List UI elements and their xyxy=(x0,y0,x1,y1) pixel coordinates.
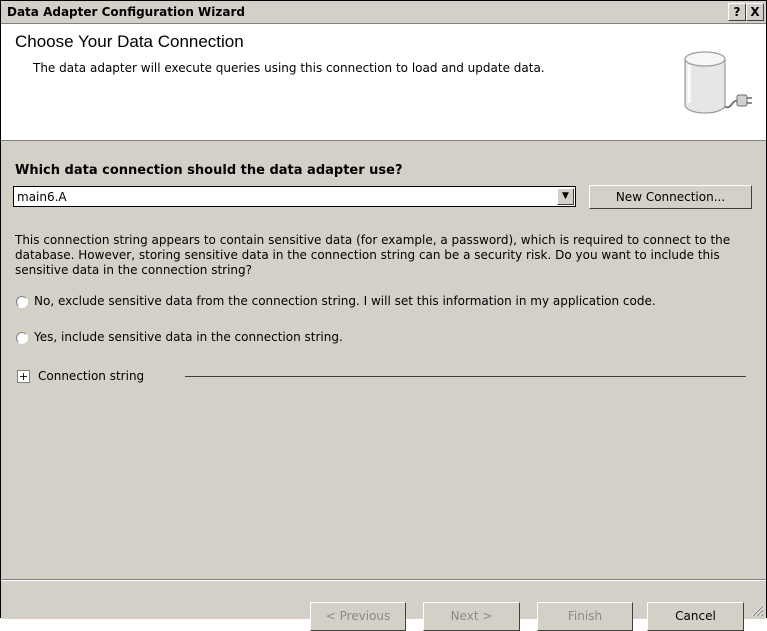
finish-button[interactable]: Finish xyxy=(537,602,633,631)
resize-grip-icon[interactable] xyxy=(750,603,764,617)
title-bar[interactable]: Data Adapter Configuration Wizard ? X xyxy=(1,1,766,24)
connection-string-label[interactable]: Connection string xyxy=(38,369,155,383)
include-sensitive-radio[interactable] xyxy=(16,332,28,344)
previous-button[interactable]: < Previous xyxy=(310,602,406,631)
page-title: Choose Your Data Connection xyxy=(15,32,244,51)
include-sensitive-label[interactable]: Yes, include sensitive data in the conne… xyxy=(34,330,343,344)
connection-dropdown-value: main6.A xyxy=(17,190,67,204)
cancel-button[interactable]: Cancel xyxy=(647,602,744,631)
exclude-sensitive-radio[interactable] xyxy=(16,296,28,308)
window-title: Data Adapter Configuration Wizard xyxy=(7,5,245,19)
footer-divider xyxy=(1,579,766,581)
database-plug-icon xyxy=(684,51,752,114)
help-button[interactable]: ? xyxy=(728,3,746,21)
new-connection-button[interactable]: New Connection... xyxy=(589,185,752,209)
chevron-down-icon[interactable]: ▼ xyxy=(557,188,574,205)
connection-string-divider xyxy=(185,376,746,377)
connection-question-label: Which data connection should the data ad… xyxy=(15,163,403,178)
next-button[interactable]: Next > xyxy=(423,602,520,631)
wizard-body: Which data connection should the data ad… xyxy=(1,140,766,631)
sensitive-data-message: This connection string appears to contai… xyxy=(15,233,731,277)
page-subtitle: The data adapter will execute queries us… xyxy=(33,61,545,75)
wizard-window: Data Adapter Configuration Wizard ? X Ch… xyxy=(0,0,767,631)
exclude-sensitive-label[interactable]: No, exclude sensitive data from the conn… xyxy=(34,294,656,308)
close-button[interactable]: X xyxy=(746,3,764,21)
connection-dropdown[interactable]: main6.A ▼ xyxy=(13,186,576,207)
expand-icon[interactable]: + xyxy=(17,370,30,383)
